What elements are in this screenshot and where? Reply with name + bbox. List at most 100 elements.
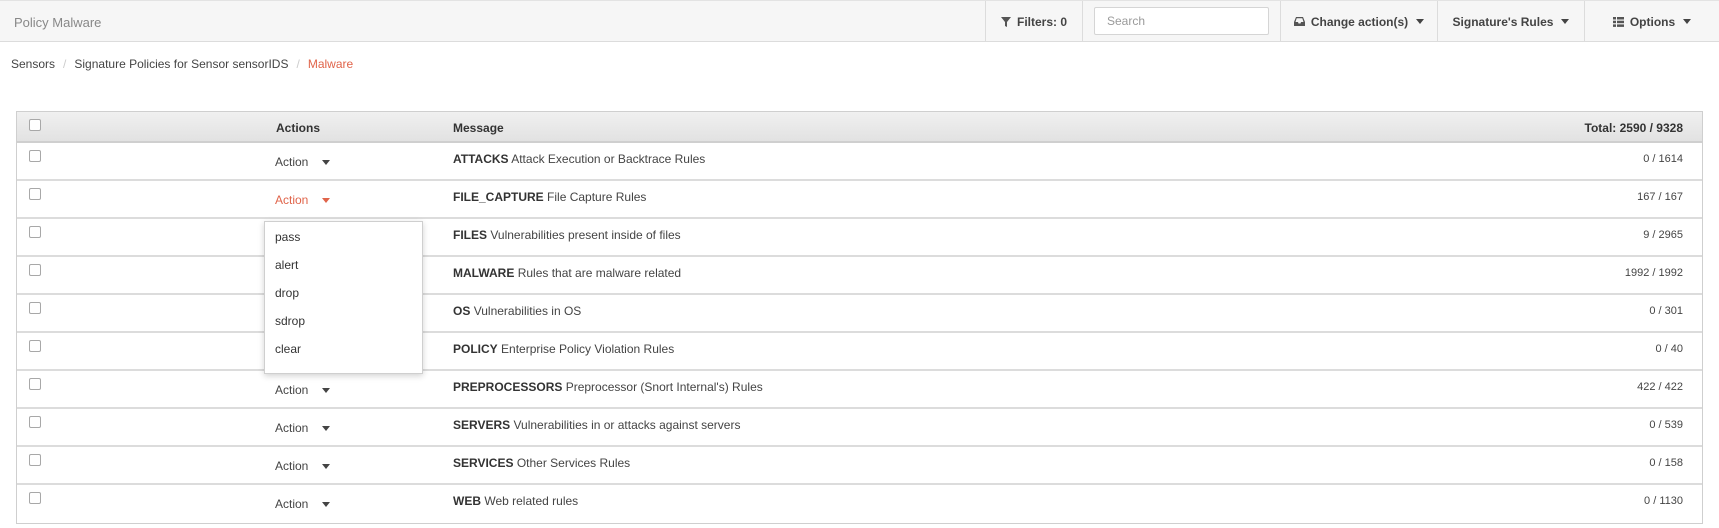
rule-count: 1992 / 1992 xyxy=(1624,267,1683,279)
action-dropdown-button[interactable]: Action xyxy=(275,459,331,473)
chevron-down-icon xyxy=(322,197,331,203)
action-dropdown-button[interactable]: Action xyxy=(275,383,331,397)
rule-message: FILES Vulnerabilities present inside of … xyxy=(453,228,681,242)
rule-category: MALWARE xyxy=(453,266,515,280)
table-row: Action SERVICES Other Services Rules 0 /… xyxy=(17,447,1702,485)
row-checkbox[interactable] xyxy=(29,226,41,238)
top-bar: Policy Malware Filters: 0 Change action(… xyxy=(0,0,1719,42)
table-header: Actions Message Total: 2590 / 9328 xyxy=(17,112,1702,143)
row-checkbox[interactable] xyxy=(29,492,41,504)
table-row: Action ATTACKS Attack Execution or Backt… xyxy=(17,143,1702,181)
column-header-actions: Actions xyxy=(276,121,321,135)
dropdown-option-drop[interactable]: drop xyxy=(265,283,422,311)
breadcrumb-item-active: Malware xyxy=(307,57,354,71)
breadcrumb-item-signature-policies[interactable]: Signature Policies for Sensor sensorIDS xyxy=(74,57,288,71)
action-label: Action xyxy=(275,193,309,207)
action-label: Action xyxy=(275,383,309,397)
rule-message: MALWARE Rules that are malware related xyxy=(453,266,681,280)
action-label: Action xyxy=(275,421,309,435)
rule-message: SERVERS Vulnerabilities in or attacks ag… xyxy=(453,418,740,432)
total-count: Total: 2590 / 9328 xyxy=(1584,121,1684,135)
rule-description: Preprocessor (Snort Internal's) Rules xyxy=(565,380,763,394)
action-label: Action xyxy=(275,459,309,473)
chevron-down-icon xyxy=(322,159,331,165)
breadcrumb-separator: / xyxy=(296,57,300,71)
row-checkbox[interactable] xyxy=(29,340,41,352)
search-box xyxy=(1082,1,1280,42)
signature-rules-button[interactable]: Signature's Rules xyxy=(1437,1,1584,42)
chevron-down-icon xyxy=(322,463,331,469)
dropdown-option-clear[interactable]: clear xyxy=(265,339,422,367)
action-dropdown-button[interactable]: Action xyxy=(275,497,331,511)
options-label: Options xyxy=(1629,14,1676,29)
rule-count: 0 / 40 xyxy=(1655,343,1683,355)
dropdown-option-sdrop[interactable]: sdrop xyxy=(265,311,422,339)
dropdown-option-alert[interactable]: alert xyxy=(265,255,422,283)
table-row: Action PREPROCESSORS Preprocessor (Snort… xyxy=(17,371,1702,409)
change-actions-label: Change action(s) xyxy=(1310,14,1409,29)
rule-count: 0 / 301 xyxy=(1649,305,1683,317)
action-dropdown-button[interactable]: Action xyxy=(275,155,331,169)
rule-category: FILES xyxy=(453,228,488,242)
rule-description: Attack Execution or Backtrace Rules xyxy=(511,152,706,166)
rule-category: ATTACKS xyxy=(453,152,509,166)
rule-count: 0 / 1614 xyxy=(1643,153,1683,165)
rule-category: SERVERS xyxy=(453,418,511,432)
rule-category: FILE_CAPTURE xyxy=(453,190,544,204)
rule-description: Web related rules xyxy=(484,494,579,508)
breadcrumb-item-sensors[interactable]: Sensors xyxy=(11,57,55,71)
grid-icon xyxy=(1612,16,1624,27)
row-checkbox[interactable] xyxy=(29,264,41,276)
row-checkbox[interactable] xyxy=(29,302,41,314)
row-checkbox[interactable] xyxy=(29,150,41,162)
signature-rules-label: Signature's Rules xyxy=(1452,14,1554,29)
rule-message: FILE_CAPTURE File Capture Rules xyxy=(453,190,646,204)
action-dropdown-button[interactable]: Action xyxy=(275,421,331,435)
action-label: Action xyxy=(275,497,309,511)
breadcrumb-separator: / xyxy=(63,57,67,71)
row-checkbox[interactable] xyxy=(29,188,41,200)
rule-category: POLICY xyxy=(453,342,498,356)
rule-count: 0 / 1130 xyxy=(1644,495,1683,507)
breadcrumb: Sensors / Signature Policies for Sensor … xyxy=(11,57,353,71)
select-all-checkbox[interactable] xyxy=(29,119,41,131)
inbox-icon xyxy=(1293,17,1305,26)
chevron-down-icon xyxy=(322,387,331,393)
rule-category: SERVICES xyxy=(453,456,514,470)
change-actions-button[interactable]: Change action(s) xyxy=(1280,1,1437,42)
action-dropdown-menu: pass alert drop sdrop clear xyxy=(264,221,423,374)
rule-count: 9 / 2965 xyxy=(1643,229,1683,241)
rule-category: PREPROCESSORS xyxy=(453,380,563,394)
rule-description: Vulnerabilities present inside of files xyxy=(490,228,681,242)
rule-description: File Capture Rules xyxy=(547,190,647,204)
chevron-down-icon xyxy=(322,501,331,507)
rule-message: PREPROCESSORS Preprocessor (Snort Intern… xyxy=(453,380,763,394)
options-button[interactable]: Options xyxy=(1584,1,1719,42)
rule-message: ATTACKS Attack Execution or Backtrace Ru… xyxy=(453,152,705,166)
rule-message: SERVICES Other Services Rules xyxy=(453,456,630,470)
chevron-down-icon xyxy=(1416,19,1425,24)
row-checkbox[interactable] xyxy=(29,454,41,466)
table-row: Action SERVERS Vulnerabilities in or att… xyxy=(17,409,1702,447)
rule-count: 167 / 167 xyxy=(1637,191,1683,203)
rule-category: OS xyxy=(453,304,471,318)
row-checkbox[interactable] xyxy=(29,416,41,428)
rule-message: WEB Web related rules xyxy=(453,494,578,508)
row-checkbox[interactable] xyxy=(29,378,41,390)
rule-description: Other Services Rules xyxy=(516,456,631,470)
rule-description: Enterprise Policy Violation Rules xyxy=(501,342,675,356)
action-dropdown-button[interactable]: Action xyxy=(275,193,331,207)
rule-message: OS Vulnerabilities in OS xyxy=(453,304,581,318)
dropdown-option-pass[interactable]: pass xyxy=(265,227,422,255)
chevron-down-icon xyxy=(1683,19,1692,24)
rule-count: 422 / 422 xyxy=(1637,381,1683,393)
filters-label: Filters: 0 xyxy=(1016,14,1067,29)
rule-description: Vulnerabilities in or attacks against se… xyxy=(513,418,741,432)
rule-description: Vulnerabilities in OS xyxy=(473,304,582,318)
rule-category: WEB xyxy=(453,494,481,508)
filters-button[interactable]: Filters: 0 xyxy=(985,1,1082,42)
rule-count: 0 / 158 xyxy=(1649,457,1683,469)
search-input[interactable] xyxy=(1094,7,1269,35)
filter-icon xyxy=(1000,16,1011,27)
column-header-message: Message xyxy=(453,121,504,135)
